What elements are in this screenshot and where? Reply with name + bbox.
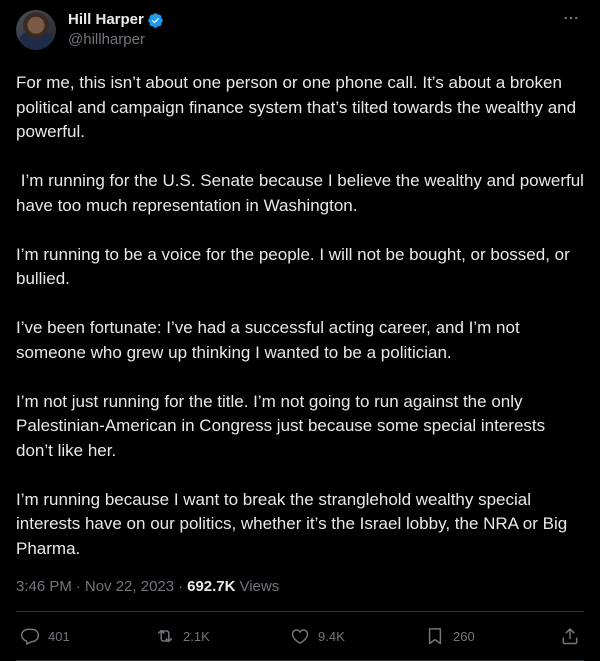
reply-count: 401 bbox=[48, 628, 70, 644]
more-options-icon[interactable] bbox=[560, 8, 582, 28]
display-name[interactable]: Hill Harper bbox=[68, 10, 144, 30]
verified-badge-icon[interactable] bbox=[147, 12, 164, 29]
repost-button[interactable]: 2.1K bbox=[155, 626, 215, 646]
bookmark-button[interactable]: 260 bbox=[425, 626, 485, 646]
tweet-paragraph: I’ve been fortunate: I’ve had a successf… bbox=[16, 318, 520, 362]
bookmark-count: 260 bbox=[453, 628, 475, 644]
tweet-paragraph: I’m not just running for the title. I’m … bbox=[16, 391, 546, 460]
views-count: 692.7K bbox=[187, 578, 236, 595]
tweet: Hill Harper @hillharper For me, this isn… bbox=[0, 0, 600, 661]
repost-icon bbox=[158, 629, 172, 643]
reply-icon bbox=[20, 628, 40, 645]
tweet-text: For me, this isn’t about one person or o… bbox=[16, 71, 584, 561]
share-button[interactable] bbox=[560, 626, 580, 646]
share-icon bbox=[562, 628, 578, 645]
tweet-meta: 3:46 PM · Nov 22, 2023 · 692.7K Views bbox=[16, 577, 584, 597]
tweet-paragraph: For me, this isn’t about one person or o… bbox=[16, 73, 577, 141]
tweet-date[interactable]: Nov 22, 2023 bbox=[85, 577, 174, 597]
handle[interactable]: @hillharper bbox=[68, 30, 164, 50]
avatar[interactable] bbox=[16, 10, 56, 50]
repost-count: 2.1K bbox=[183, 628, 210, 644]
author-info: Hill Harper @hillharper bbox=[68, 8, 164, 50]
views-label: Views bbox=[239, 578, 280, 595]
meta-separator: · bbox=[178, 578, 184, 595]
meta-separator: · bbox=[75, 578, 81, 595]
tweet-time[interactable]: 3:46 PM bbox=[16, 577, 72, 597]
bookmark-icon bbox=[428, 628, 442, 645]
heart-icon bbox=[291, 629, 309, 644]
tweet-paragraph: I’m running for the U.S. Senate because … bbox=[16, 171, 589, 215]
tweet-paragraph: I’m running because I want to break the … bbox=[16, 489, 568, 558]
reply-button[interactable]: 401 bbox=[20, 626, 80, 646]
display-name-row: Hill Harper bbox=[68, 10, 164, 30]
tweet-header: Hill Harper @hillharper bbox=[16, 8, 584, 56]
like-button[interactable]: 9.4K bbox=[290, 626, 350, 646]
tweet-paragraph: I’m running to be a voice for the people… bbox=[16, 244, 570, 289]
like-count: 9.4K bbox=[318, 628, 345, 644]
